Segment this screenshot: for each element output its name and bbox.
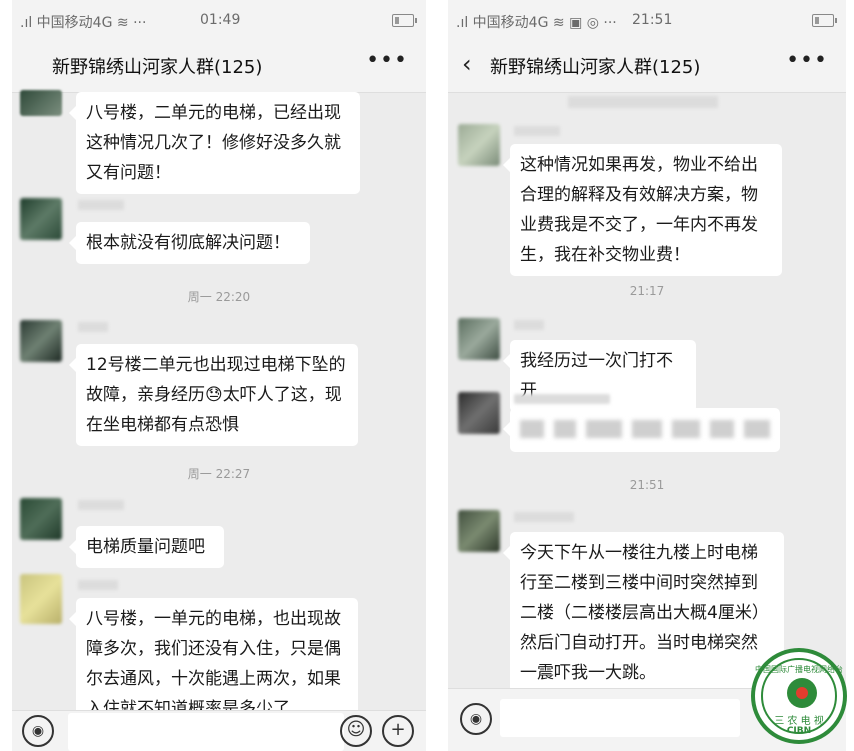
logo-chinese-text: 三 农 电 视 bbox=[774, 716, 824, 727]
clock: 21:51 bbox=[632, 12, 673, 28]
emoji-icon[interactable]: ☺ bbox=[340, 715, 372, 747]
group-title: 新野锦绣山河家人群(125) bbox=[490, 57, 701, 78]
clock: 01:49 bbox=[200, 12, 241, 28]
sender-name bbox=[78, 580, 118, 590]
status-bar: .ıl 中国移动4G ≋ ··· 01:49 bbox=[12, 0, 426, 40]
left-chat-screen: .ıl 中国移动4G ≋ ··· 01:49 新野锦绣山河家人群(125) ••… bbox=[12, 0, 426, 751]
carrier-signal: .ıl 中国移动4G ≋ ▣ ◎ ··· bbox=[456, 15, 617, 31]
sender-name bbox=[514, 320, 544, 330]
battery-icon bbox=[392, 14, 417, 27]
logo-arc-text: 中国国际广播电视网络台 bbox=[755, 665, 843, 674]
message-bubble: 八号楼，二单元的电梯，已经出现这种情况几次了！修修好没多久就又有问题！ bbox=[69, 92, 360, 194]
message-input[interactable] bbox=[68, 713, 344, 751]
battery-icon bbox=[812, 14, 837, 27]
message-bubble: 电梯质量问题吧 bbox=[69, 526, 224, 568]
avatar[interactable] bbox=[20, 498, 62, 540]
avatar[interactable] bbox=[20, 90, 62, 116]
avatar[interactable] bbox=[458, 510, 500, 552]
message-bubble: 根本就没有彻底解决问题！ bbox=[69, 222, 310, 264]
message-bubble: 今天下午从一楼往九楼上时电梯行至二楼到三楼中间时突然掉到二楼（二楼楼层高出大概4… bbox=[503, 532, 784, 694]
avatar[interactable] bbox=[20, 574, 62, 624]
cibn-logo: 中国国际广播电视网络台 三 农 电 视 CIBN bbox=[751, 648, 847, 744]
sender-name bbox=[514, 512, 574, 522]
avatar[interactable] bbox=[20, 198, 62, 240]
status-bar: .ıl 中国移动4G ≋ ▣ ◎ ··· 21:51 bbox=[448, 0, 846, 40]
right-chat-screen: .ıl 中国移动4G ≋ ▣ ◎ ··· 21:51 ‹ 新野锦绣山河家人群(1… bbox=[448, 0, 846, 751]
sender-name bbox=[78, 322, 108, 332]
blurred-system-notice bbox=[568, 96, 718, 108]
blurred-message-bubble bbox=[503, 408, 780, 452]
message-bubble: 这种情况如果再发，物业不给出合理的解释及有效解决方案，物业费我是不交了，一年内不… bbox=[503, 144, 782, 276]
timestamp: 周一 22:27 bbox=[187, 467, 251, 481]
sender-name bbox=[514, 126, 560, 136]
message-bubble: 12号楼二单元也出现过电梯下坠的故障，亲身经历😓太吓人了这，现在坐电梯都有点恐惧 bbox=[69, 344, 358, 446]
globe-icon bbox=[787, 678, 817, 708]
sender-name bbox=[514, 394, 610, 404]
avatar[interactable] bbox=[20, 320, 62, 362]
sender-name bbox=[78, 200, 124, 210]
chat-header: 新野锦绣山河家人群(125) ••• bbox=[12, 40, 426, 93]
chat-header: ‹ 新野锦绣山河家人群(125) ••• bbox=[448, 40, 846, 93]
avatar[interactable] bbox=[458, 392, 500, 434]
carrier-signal: .ıl 中国移动4G ≋ ··· bbox=[20, 15, 147, 31]
timestamp: 21:17 bbox=[629, 284, 665, 298]
logo-english-text: CIBN bbox=[786, 726, 812, 736]
more-dots-icon[interactable]: ••• bbox=[366, 48, 408, 73]
avatar[interactable] bbox=[458, 318, 500, 360]
more-dots-icon[interactable]: ••• bbox=[786, 48, 828, 73]
chevron-left-icon[interactable]: ‹ bbox=[462, 50, 472, 78]
voice-input-icon[interactable]: ◉ bbox=[460, 703, 492, 735]
add-icon[interactable]: + bbox=[382, 715, 414, 747]
timestamp: 周一 22:20 bbox=[187, 290, 251, 304]
input-bar: ◉ ☺ + bbox=[12, 710, 426, 751]
avatar[interactable] bbox=[458, 124, 500, 166]
timestamp: 21:51 bbox=[629, 478, 665, 492]
message-input[interactable] bbox=[500, 699, 740, 737]
group-title: 新野锦绣山河家人群(125) bbox=[52, 57, 263, 78]
voice-input-icon[interactable]: ◉ bbox=[22, 715, 54, 747]
sender-name bbox=[78, 500, 124, 510]
